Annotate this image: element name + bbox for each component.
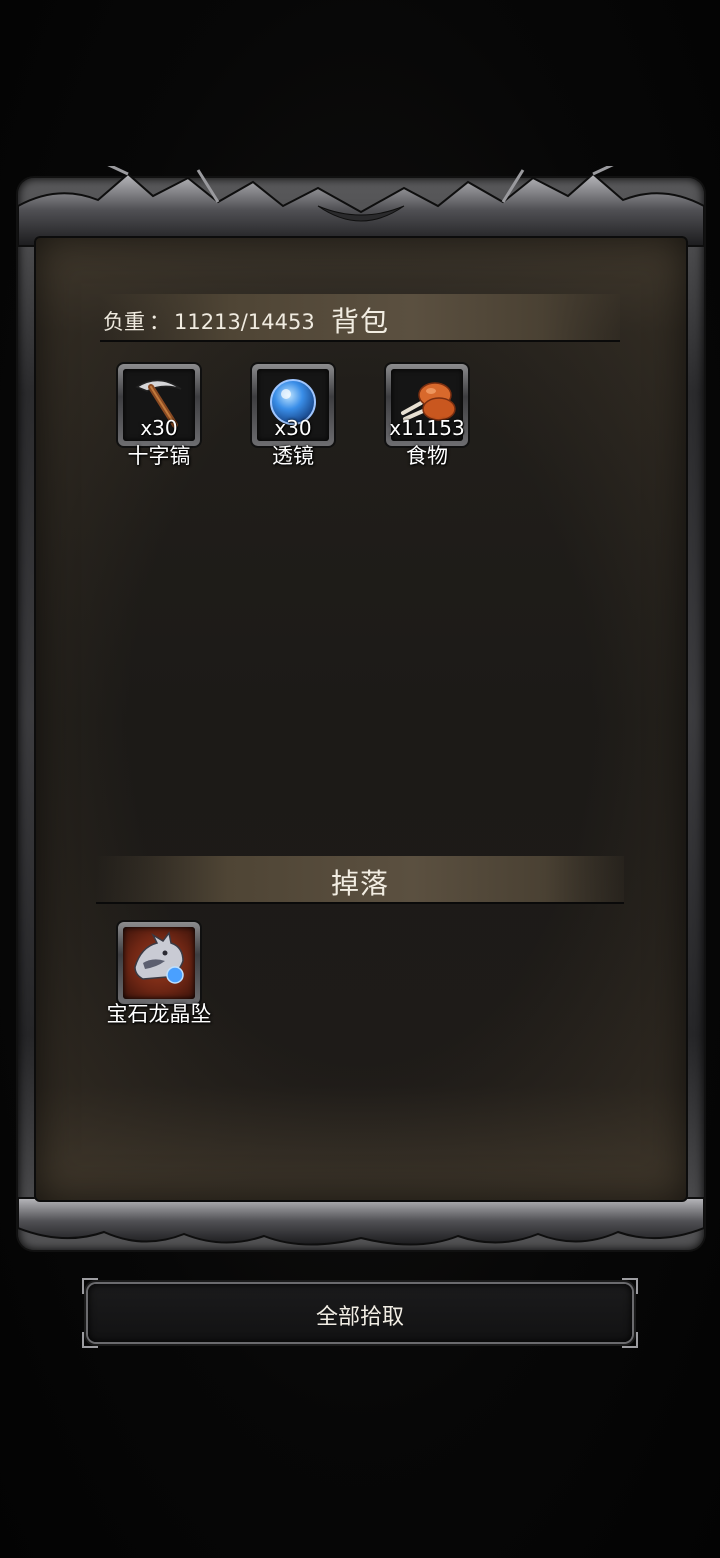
weight-indicator: 负重： 11213/14453 (103, 306, 315, 336)
drop-item-dragon-pendant[interactable] (118, 922, 200, 1004)
item-name-lens: 透镜 (272, 444, 314, 468)
weight-value: 11213/14453 (174, 310, 315, 334)
weight-separator: ： (149, 310, 170, 334)
item-name-pickaxe: 十字镐 (127, 444, 191, 468)
bag-title: 背包 (331, 305, 390, 338)
item-name-food: 食物 (406, 444, 448, 468)
pick-all-button[interactable]: 全部拾取 (82, 1278, 638, 1348)
button-corner (622, 1332, 638, 1348)
drops-title: 掉落 (331, 867, 390, 900)
pick-all-label: 全部拾取 (315, 1305, 404, 1330)
item-count: x30 (140, 416, 178, 440)
button-corner (622, 1278, 638, 1294)
button-corner (82, 1332, 98, 1348)
weight-label: 负重 (103, 310, 145, 334)
button-corner (82, 1278, 98, 1294)
loot-screen: 负重： 11213/14453 背包 x30 十字镐 x30 透镜 x11153… (0, 0, 720, 1558)
bag-item-food[interactable]: x11153 (386, 364, 468, 446)
bag-item-lens[interactable]: x30 (252, 364, 334, 446)
item-name-dragon-pendant: 宝石龙晶坠 (106, 1002, 212, 1026)
item-count: x30 (274, 416, 312, 440)
dragon-pendant-icon (134, 931, 184, 984)
bag-item-pickaxe[interactable]: x30 (118, 364, 200, 446)
item-count: x11153 (389, 416, 465, 440)
